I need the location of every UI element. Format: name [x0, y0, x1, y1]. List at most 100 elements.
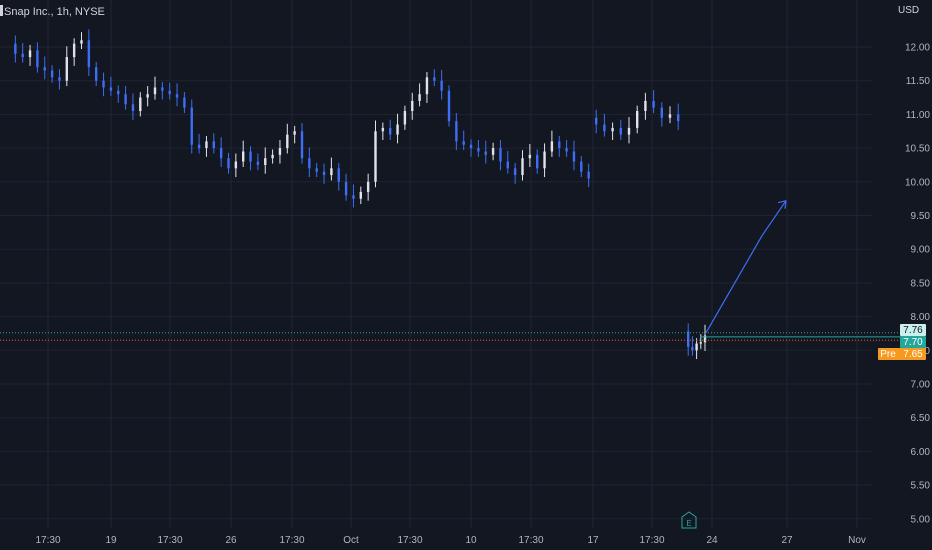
candle-body — [234, 161, 238, 169]
candle-body — [536, 154, 539, 169]
candle-body — [43, 67, 46, 71]
candle-body — [124, 94, 127, 105]
candle-body — [619, 127, 622, 135]
y-tick-label: 10.50 — [905, 144, 930, 155]
candle-body — [374, 131, 377, 182]
candle-body — [580, 161, 583, 172]
time-axis[interactable]: 17:30 19 17:30 26 17:30 Oct 17:30 10 17:30 17 17:3… — [35, 535, 865, 546]
candles — [14, 29, 707, 360]
candle-body — [644, 100, 647, 112]
candle-body — [440, 80, 443, 91]
x-tick-label: 10 — [465, 535, 477, 546]
candle-body — [153, 87, 157, 95]
candle-body — [161, 87, 164, 91]
candle-body — [72, 43, 76, 58]
x-tick-label: Oct — [343, 535, 359, 546]
candle-body — [513, 168, 517, 176]
x-tick-label: 27 — [781, 535, 793, 546]
candle-body — [21, 53, 24, 58]
candle-body — [366, 181, 370, 192]
earnings-letter: E — [686, 519, 691, 528]
price-chart[interactable]: 12.00 11.50 11.00 10.50 10.00 9.50 9.00 8.50 8.0… — [0, 0, 932, 550]
y-tick-label: 11.50 — [906, 76, 931, 87]
candle-body — [227, 158, 230, 169]
close-price-tag: 7.70 — [903, 337, 923, 348]
candle-body — [587, 171, 590, 179]
y-tick-label: 5.00 — [911, 514, 931, 525]
candle-body — [652, 100, 655, 108]
candle-body — [256, 161, 260, 165]
y-tick-label: 10.00 — [905, 177, 930, 188]
x-tick-label: 17:30 — [279, 535, 304, 546]
candle-body — [212, 141, 215, 149]
candle-body — [102, 80, 105, 88]
price-guide-lines — [0, 332, 900, 341]
candle-body — [695, 343, 698, 351]
grid — [0, 0, 872, 528]
x-tick-label: 17:30 — [518, 535, 543, 546]
candle-body — [359, 191, 362, 199]
candle-body — [271, 154, 274, 159]
candle-body — [565, 148, 568, 152]
candle-body — [168, 90, 171, 95]
candle-body — [668, 114, 672, 118]
candle-body — [528, 154, 532, 159]
x-tick-label: 17:30 — [35, 535, 60, 546]
earnings-marker[interactable]: E — [681, 511, 697, 529]
candle-body — [278, 148, 282, 155]
candle-body — [433, 77, 436, 81]
candle-body — [469, 144, 473, 149]
candle-body — [418, 94, 421, 101]
candle-body — [611, 127, 614, 132]
candle-body — [286, 134, 289, 149]
candle-body — [65, 57, 68, 81]
candle-body — [330, 168, 333, 176]
candle-body — [264, 158, 267, 165]
price-axis[interactable]: 12.00 11.50 11.00 10.50 10.00 9.50 9.00 8.50 8.0… — [905, 43, 930, 526]
candle-body — [543, 151, 546, 169]
candle-body — [249, 151, 252, 162]
y-tick-label: 12.00 — [905, 43, 930, 54]
candle-body — [462, 141, 465, 145]
candle-body — [595, 117, 598, 125]
candle-body — [80, 40, 83, 44]
candle-body — [190, 107, 193, 145]
x-tick-label: 17:30 — [639, 535, 664, 546]
candle-body — [183, 97, 186, 108]
price-tags: 7.76 7.70 Pre 7.65 — [878, 324, 926, 360]
candle-body — [344, 181, 348, 196]
candle-body — [627, 127, 631, 135]
y-tick-label: 8.50 — [911, 278, 931, 289]
x-tick-label: 24 — [706, 535, 718, 546]
candle-body — [425, 77, 429, 95]
candle-body — [491, 148, 495, 155]
arrow-line — [705, 200, 787, 334]
candle-body — [293, 131, 296, 135]
y-tick-label: 6.50 — [911, 413, 931, 424]
candle-body — [636, 111, 639, 128]
candle-body — [175, 94, 179, 98]
y-tick-label: 7.00 — [911, 380, 931, 391]
candle-body — [699, 342, 702, 344]
candle-body — [50, 70, 54, 78]
candle-body — [14, 43, 17, 54]
candle-body — [484, 151, 487, 155]
y-tick-label: 8.00 — [911, 312, 931, 323]
x-tick-label: 17 — [587, 535, 599, 546]
x-tick-label: 26 — [225, 535, 237, 546]
candle-body — [197, 144, 201, 149]
y-tick-label: 5.50 — [911, 481, 931, 492]
y-tick-label: 9.00 — [911, 245, 931, 256]
candle-body — [603, 124, 606, 132]
pre-market-label: Pre — [880, 349, 896, 360]
candle-body — [499, 148, 502, 162]
candle-body — [219, 148, 223, 159]
candle-body — [58, 77, 61, 81]
candle-body — [687, 331, 690, 347]
projection-arrow — [705, 200, 787, 334]
candle-body — [315, 168, 318, 172]
candle-body — [117, 90, 120, 95]
y-tick-label: 11.00 — [906, 110, 931, 121]
candle-body — [36, 50, 39, 68]
last-price-tag: 7.76 — [903, 325, 923, 336]
